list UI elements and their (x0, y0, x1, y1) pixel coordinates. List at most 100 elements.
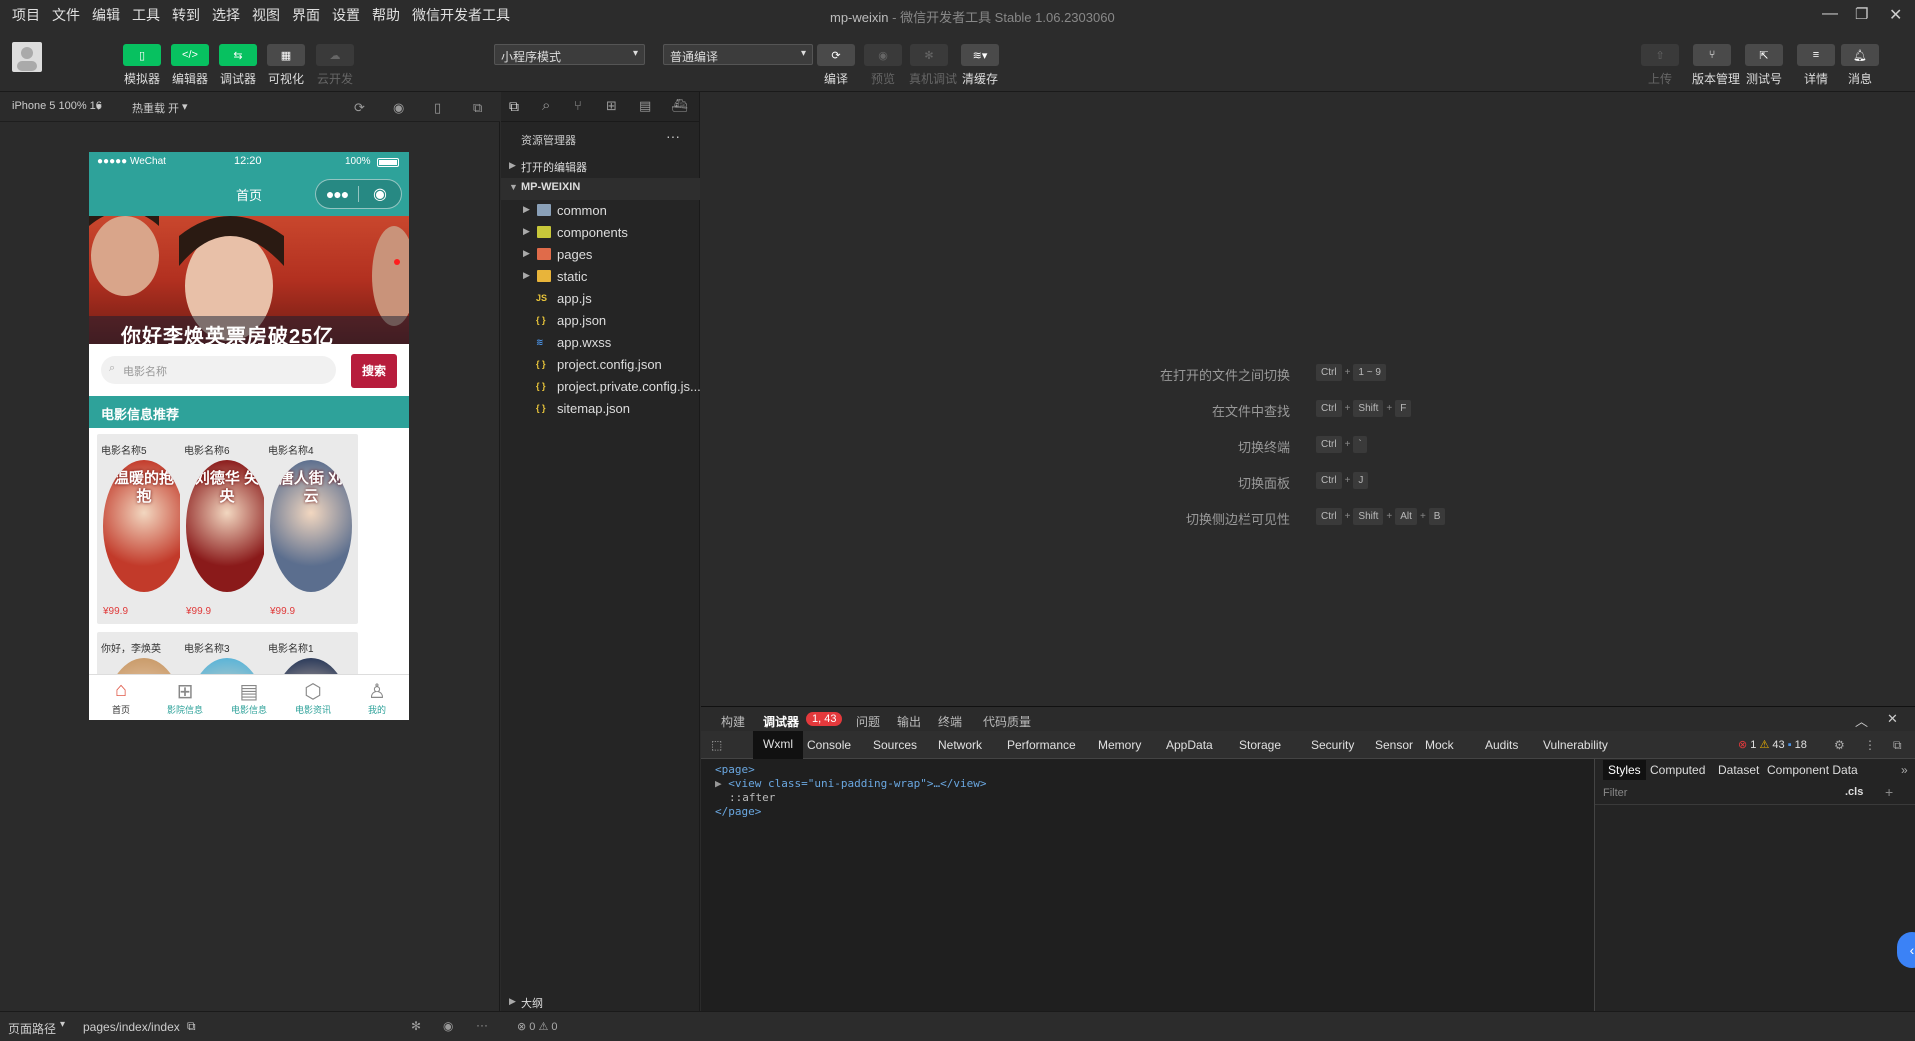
wxml-view-node[interactable]: ▶ <view class="uni-padding-wrap">…</view… (715, 777, 987, 790)
devtools-tab-network[interactable]: Network (938, 738, 982, 752)
copy-icon[interactable]: ⧉ (187, 1019, 196, 1034)
devtools-tab-security[interactable]: Security (1311, 738, 1354, 752)
extensions-icon[interactable]: ⊞ (606, 98, 617, 114)
inspect-icon[interactable]: ⬚ (711, 738, 722, 752)
close-icon[interactable]: ✕ (1887, 711, 1898, 727)
file-item[interactable]: { } sitemap.json (501, 398, 700, 420)
close-button[interactable]: ✕ (1889, 5, 1902, 25)
cls-button[interactable]: .cls (1845, 786, 1863, 798)
panel-tab-5[interactable]: 代码质量 (983, 713, 1031, 730)
more-icon[interactable]: ●●● (316, 186, 358, 202)
eye-button[interactable]: ◉ 预览 (863, 44, 903, 87)
hotreload-toggle[interactable]: 热重载 开 (132, 100, 179, 116)
tab-home[interactable]: ⌂ 首页 (89, 675, 153, 720)
devtools-tab-mock[interactable]: Mock (1425, 738, 1454, 752)
file-item[interactable]: { } app.json (501, 310, 700, 332)
styles-tab-0[interactable]: Styles (1603, 760, 1646, 780)
add-style-icon[interactable]: + (1885, 784, 1893, 800)
wxml-page-close[interactable]: </page> (715, 805, 761, 818)
dock-icon[interactable]: ⧉ (1893, 738, 1902, 753)
devtools-tab-console[interactable]: Console (807, 738, 851, 752)
record-icon[interactable]: ◉ (393, 100, 404, 116)
devtools-tab-wxml[interactable]: Wxml (753, 731, 803, 759)
root-folder[interactable]: ▼ MP-WEIXIN (501, 178, 700, 200)
source-control-icon[interactable]: ⑂ (574, 98, 582, 113)
menu-item-2[interactable]: 编辑 (92, 5, 120, 25)
menu-item-8[interactable]: 设置 (332, 5, 360, 25)
devtools-tab-audits[interactable]: Audits (1485, 738, 1518, 752)
panel-tab-3[interactable]: 输出 (897, 713, 921, 730)
movie-poster[interactable]: 温暖的抱抱 (103, 460, 185, 592)
menu-item-6[interactable]: 视图 (252, 5, 280, 25)
folder-item[interactable]: ▶ components (501, 222, 700, 244)
branch-button[interactable]: ⑂ 版本管理 (1692, 44, 1740, 87)
styles-filter-input[interactable]: Filter (1603, 787, 1627, 799)
devtools-tab-memory[interactable]: Memory (1098, 738, 1141, 752)
cloud-button[interactable]: ☁ 云开发 (315, 44, 355, 87)
tab-film[interactable]: ▤ 电影信息 (217, 675, 281, 720)
menu-item-5[interactable]: 选择 (212, 5, 240, 25)
device-select[interactable]: iPhone 5 100% 16 (12, 100, 102, 112)
maximize-button[interactable]: ❐ (1855, 5, 1868, 23)
docker-icon[interactable]: ⛴ (671, 98, 688, 114)
minimize-button[interactable]: — (1822, 5, 1838, 23)
console-counts[interactable]: ⊗ 1 ⚠ 43 ▪ 18 (1738, 738, 1807, 751)
search-button[interactable]: 搜索 (351, 354, 397, 388)
devtools-tab-performance[interactable]: Performance (1007, 738, 1076, 752)
file-item[interactable]: ≋ app.wxss (501, 332, 700, 354)
devtools-tab-storage[interactable]: Storage (1239, 738, 1281, 752)
bug-button[interactable]: ✻ 真机调试 (909, 44, 957, 87)
gear-icon[interactable]: ⚙ (1834, 738, 1845, 752)
more-icon[interactable]: ··· (476, 1018, 488, 1032)
styles-tab-1[interactable]: Computed (1650, 763, 1705, 777)
search-input[interactable]: 电影名称 (101, 356, 336, 384)
menu-item-4[interactable]: 转到 (172, 5, 200, 25)
movie-poster[interactable]: 唐人街 刈云 (270, 460, 352, 592)
tab-grid[interactable]: ⊞ 影院信息 (153, 675, 217, 720)
more-icon[interactable]: ··· (666, 128, 680, 144)
error-count[interactable]: ⊗ 0 ⚠ 0 (517, 1020, 558, 1033)
styles-tab-3[interactable]: Component Data (1767, 763, 1858, 777)
menu-item-10[interactable]: 微信开发者工具 (412, 5, 510, 25)
compile-select[interactable]: 普通编译 (663, 44, 813, 65)
side-toggle-button[interactable]: ‹ (1897, 932, 1915, 968)
kebab-icon[interactable]: ⋮ (1864, 738, 1876, 752)
styles-tab-2[interactable]: Dataset (1718, 763, 1759, 777)
popout-icon[interactable]: ⧉ (473, 100, 482, 116)
menu-item-3[interactable]: 工具 (132, 5, 160, 25)
movie-card[interactable]: 电影名称4 唐人街 刈云 ¥99.9 (264, 434, 358, 624)
chevron-more-icon[interactable]: » (1901, 763, 1908, 777)
avatar[interactable] (12, 42, 42, 72)
bug-icon[interactable]: ✻ (411, 1019, 421, 1033)
phone-button[interactable]: ▯ 模拟器 (122, 44, 162, 87)
panel-tab-0[interactable]: 构建 (721, 713, 745, 730)
layout-button[interactable]: ▦ 可视化 (266, 44, 306, 87)
bell-button[interactable]: 🔔︎ 消息 (1840, 44, 1880, 87)
storage-icon[interactable]: ▤ (639, 98, 651, 114)
external-button[interactable]: ⇱ 测试号 (1744, 44, 1784, 87)
devtools-tab-appdata[interactable]: AppData (1166, 738, 1213, 752)
code-button[interactable]: </> 编辑器 (170, 44, 210, 87)
menu-button[interactable]: ≡ 详情 (1796, 44, 1836, 87)
panel-tab-2[interactable]: 问题 (856, 713, 880, 730)
devtools-tab-sensor[interactable]: Sensor (1375, 738, 1413, 752)
devtools-tab-sources[interactable]: Sources (873, 738, 917, 752)
files-icon[interactable]: ⧉ (509, 98, 519, 115)
banner-image[interactable]: 你好李焕英票房破25亿 (89, 216, 409, 344)
eye-icon[interactable]: ◉ (443, 1019, 453, 1033)
rotate-icon[interactable]: ⟳ (354, 100, 365, 116)
wxml-after-node[interactable]: ::after (729, 791, 775, 804)
page-path-label[interactable]: 页面路径 (8, 1020, 56, 1037)
layers-button[interactable]: ≋▾ 清缓存 (960, 44, 1000, 87)
menu-item-0[interactable]: 项目 (12, 5, 40, 25)
device-icon[interactable]: ▯ (434, 100, 441, 116)
folder-item[interactable]: ▶ static (501, 266, 700, 288)
upload-button[interactable]: ⇧ 上传 (1640, 44, 1680, 87)
file-item[interactable]: { } project.config.json (501, 354, 700, 376)
movie-poster[interactable]: 刘德华 失央 (186, 460, 268, 592)
wxml-page-open[interactable]: <page> (715, 763, 755, 776)
mode-select[interactable]: 小程序模式 (494, 44, 645, 65)
panel-tab-4[interactable]: 终端 (938, 713, 962, 730)
file-item[interactable]: { } project.private.config.js... (501, 376, 701, 398)
folder-item[interactable]: ▶ common (501, 200, 700, 222)
